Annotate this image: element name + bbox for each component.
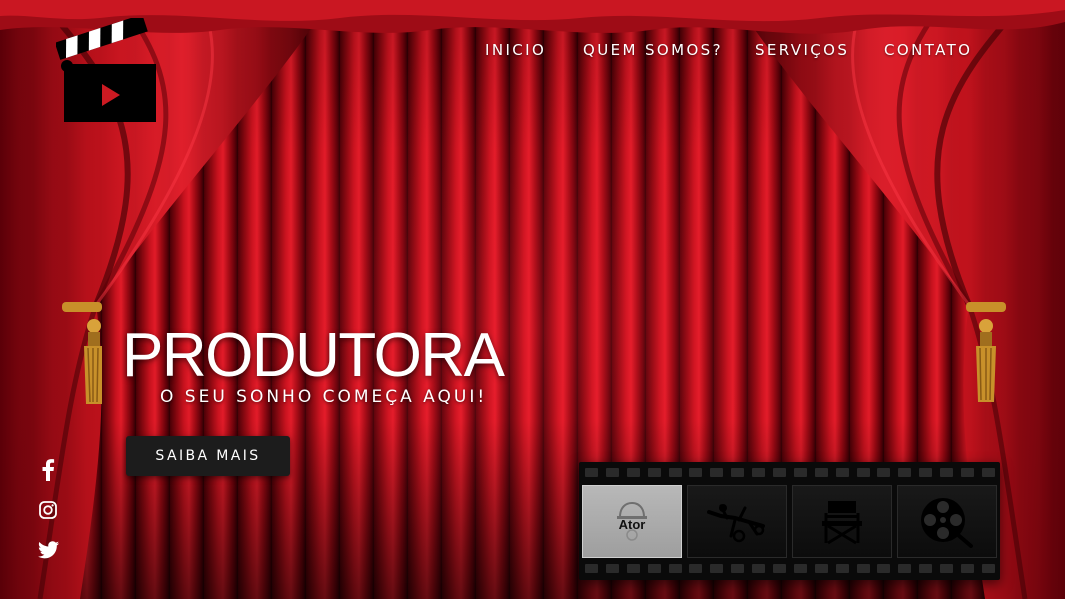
clapperboard-logo-icon[interactable] [56,18,160,124]
service-frame-production[interactable] [897,485,997,558]
service-frame-ator[interactable]: Ator [582,485,682,558]
service-label-ator: Ator [618,517,646,532]
film-reel-icon [921,497,973,548]
hero-stage: INICIO QUEM SOMOS? SERVIÇOS CONTATO PROD… [0,0,1065,599]
service-frame-stunt[interactable] [687,485,787,558]
filmstrip-perforations-top [585,468,995,478]
instagram-icon[interactable] [36,498,60,522]
curtain-tassel-left [62,302,102,404]
nav-item-servicos[interactable]: SERVIÇOS [755,41,849,59]
hero-subtitle: O SEU SONHO COMEÇA AQUI! [160,387,488,407]
service-frame-director[interactable] [792,485,892,558]
stuntman-icon [707,503,765,542]
curtain-tassel-right [966,302,1006,402]
main-nav: INICIO QUEM SOMOS? SERVIÇOS CONTATO [470,41,990,65]
filmstrip-perforations-bottom [585,564,995,574]
facebook-icon[interactable] [36,458,60,482]
twitter-icon[interactable] [36,538,60,562]
services-filmstrip: Ator [579,462,1000,580]
hero-title: PRODUTORA [122,321,505,390]
nav-item-contato[interactable]: CONTATO [884,41,972,59]
saiba-mais-button[interactable]: SAIBA MAIS [126,436,290,476]
nav-item-inicio[interactable]: INICIO [485,41,546,59]
nav-item-quem-somos[interactable]: QUEM SOMOS? [583,41,723,59]
director-chair-icon [822,500,862,544]
